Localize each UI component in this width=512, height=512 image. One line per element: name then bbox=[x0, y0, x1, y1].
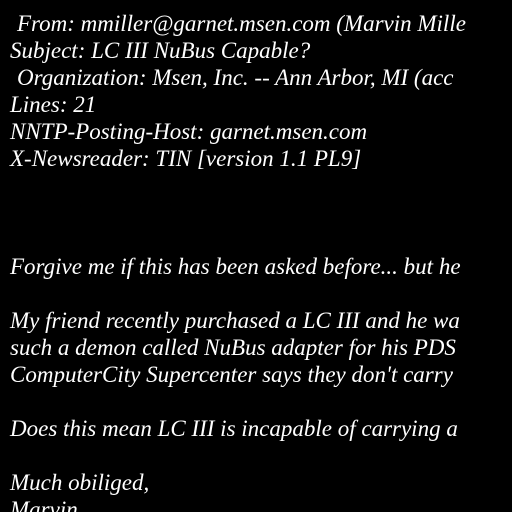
header-nntp-posting-host: NNTP-Posting-Host: garnet.msen.com bbox=[10, 119, 368, 144]
header-organization: Organization: Msen, Inc. -- Ann Arbor, M… bbox=[17, 65, 454, 90]
body-line-7: Marvin bbox=[10, 497, 78, 512]
body-line-5: Does this mean LC III is incapable of ca… bbox=[10, 416, 458, 441]
body-line-1: Forgive me if this has been asked before… bbox=[10, 254, 461, 279]
header-x-newsreader: X-Newsreader: TIN [version 1.1 PL9] bbox=[10, 146, 362, 171]
body-line-3: such a demon called NuBus adapter for hi… bbox=[10, 335, 456, 360]
header-subject: Subject: LC III NuBus Capable? bbox=[10, 38, 311, 63]
body-line-4: ComputerCity Supercenter says they don't… bbox=[10, 362, 453, 387]
header-lines: Lines: 21 bbox=[10, 92, 97, 117]
body-line-2: My friend recently purchased a LC III an… bbox=[10, 308, 460, 333]
body-line-6: Much obiliged, bbox=[10, 470, 150, 495]
message-view: From: mmiller@garnet.msen.com (Marvin Mi… bbox=[0, 0, 512, 512]
header-from: From: mmiller@garnet.msen.com (Marvin Mi… bbox=[17, 11, 466, 36]
